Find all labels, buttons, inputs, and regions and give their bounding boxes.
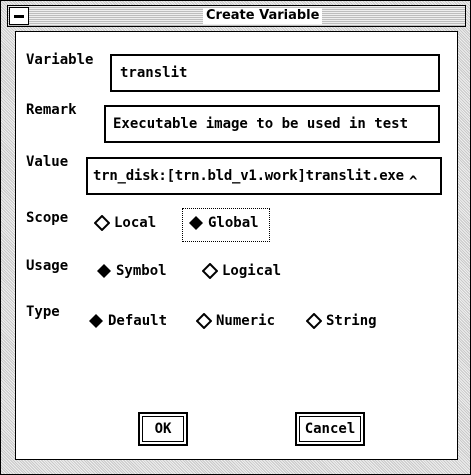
usage-logical-radio[interactable]: Logical [202,263,281,279]
type-label: Type [26,304,60,320]
variable-label: Variable [26,52,94,68]
hollow-diamond-icon [94,215,110,231]
dialog-content: Variable translit Remark Executable imag… [15,31,458,460]
window-menu-icon[interactable] [9,7,29,25]
cancel-button[interactable]: Cancel [295,412,365,446]
type-default-label: Default [108,313,168,329]
filled-diamond-icon [89,314,103,328]
remark-value: Executable image to be used in test [113,116,409,132]
dialog-frame: Create Variable Variable translit Remark… [0,0,471,475]
variable-value: translit [120,65,188,81]
hollow-diamond-icon [306,313,322,329]
window-title: Create Variable [203,8,323,24]
filled-diamond-icon [189,216,203,230]
type-default-radio[interactable]: Default [88,313,167,329]
value-label: Value [26,154,69,170]
type-numeric-radio[interactable]: Numeric [196,313,275,329]
value-value: trn_disk:[trn.bld_v1.work]translit.exe [93,168,404,184]
title-bar[interactable]: Create Variable [7,5,466,27]
value-field[interactable]: trn_disk:[trn.bld_v1.work]translit.exe ^ [86,157,442,195]
type-string-radio[interactable]: String [306,313,377,329]
scope-label: Scope [26,210,69,226]
ok-button-label: OK [154,421,172,437]
usage-symbol-label: Symbol [116,263,167,279]
cancel-button-label: Cancel [304,421,356,437]
scope-global-option[interactable]: Global [188,215,259,231]
ok-button[interactable]: OK [138,412,188,446]
remark-field[interactable]: Executable image to be used in test [104,105,440,143]
type-numeric-label: Numeric [216,313,276,329]
scope-global-label: Global [208,215,259,231]
hollow-diamond-icon [202,263,218,279]
scope-local-label: Local [114,215,157,231]
usage-symbol-radio[interactable]: Symbol [96,263,167,279]
variable-field[interactable]: translit [110,54,440,92]
usage-label: Usage [26,258,69,274]
type-string-label: String [326,313,377,329]
text-caret: ^ [409,174,418,190]
filled-diamond-icon [97,264,111,278]
scope-local-radio[interactable]: Local [94,215,156,231]
hollow-diamond-icon [196,313,212,329]
remark-label: Remark [26,102,77,118]
usage-logical-label: Logical [222,263,282,279]
